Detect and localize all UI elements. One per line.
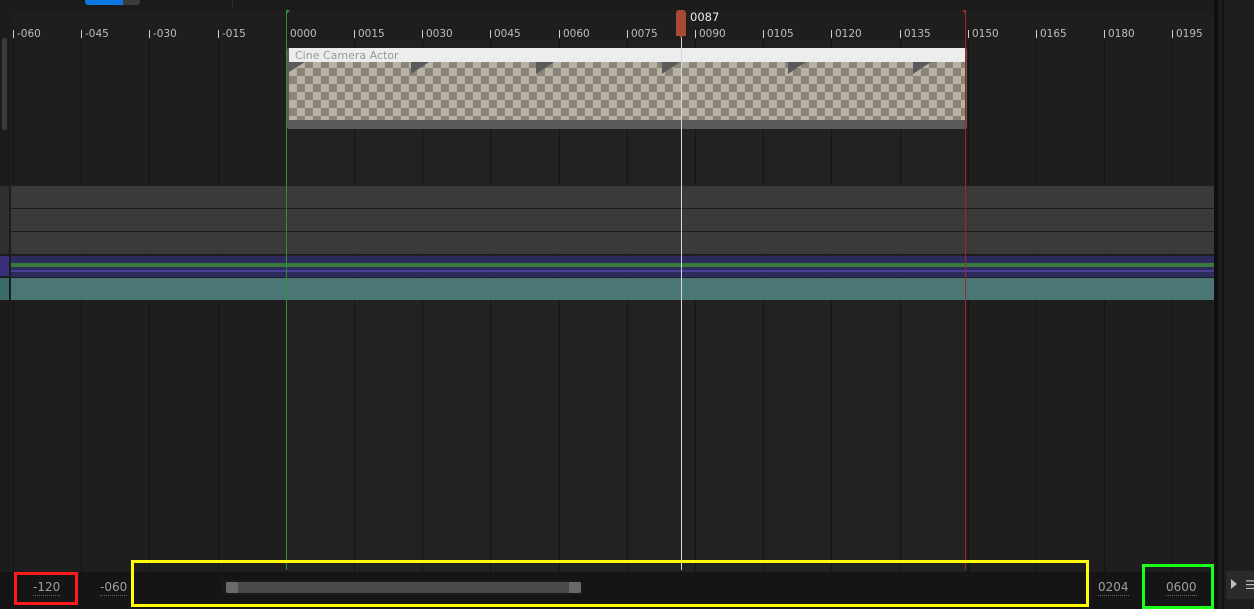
menu-lines-icon: ☰	[1245, 578, 1254, 592]
toolbar-toggle-inactive[interactable]	[123, 0, 140, 5]
track-curve-purple	[11, 270, 1214, 272]
ruler-tick	[81, 30, 82, 38]
out-of-range-left	[11, 40, 285, 572]
ruler-tick-label: 0060	[563, 28, 590, 40]
ruler-tick	[559, 30, 560, 38]
ruler-tick-label: 0000	[290, 28, 317, 40]
ruler-tick-label: 0105	[767, 28, 794, 40]
toolbar-strip	[0, 0, 1214, 10]
ruler-tick	[422, 30, 423, 38]
ruler-tick-label: 0045	[494, 28, 521, 40]
working-range-end[interactable]: 0204	[1098, 580, 1129, 596]
ruler-tick	[900, 30, 901, 38]
ruler-tick	[218, 30, 219, 38]
ruler-tick	[149, 30, 150, 38]
track-area[interactable]: Cine Camera Actor	[11, 40, 1214, 572]
ruler-tick-label: -060	[17, 28, 41, 40]
ruler-tick	[1104, 30, 1105, 38]
ruler-tick	[1036, 30, 1037, 38]
end-marker-flag	[962, 10, 966, 15]
out-of-range-right	[966, 40, 1214, 572]
ruler-tick-label: 0135	[904, 28, 931, 40]
start-marker-flag	[286, 10, 290, 15]
ruler-tick-label: 0150	[972, 28, 999, 40]
working-range-start[interactable]: -060	[100, 580, 128, 596]
ruler-tick	[831, 30, 832, 38]
toolbar-divider	[232, 0, 233, 8]
ruler-tick-label: -015	[222, 28, 246, 40]
camera-section[interactable]: Cine Camera Actor	[287, 48, 967, 129]
track-curve-green	[11, 263, 1214, 267]
play-arrow-icon	[1231, 579, 1237, 589]
time-ruler[interactable]: -060 -045 -030 -015 0000 0015 0030 0045 0060 0075…	[11, 10, 1214, 40]
ruler-tick-label: -045	[85, 28, 109, 40]
ruler-tick	[490, 30, 491, 38]
ruler-tick	[695, 30, 696, 38]
thumbnail-frames	[289, 62, 965, 120]
highlight-box-red	[14, 572, 78, 605]
playhead-line	[681, 36, 682, 570]
track-gutter-teal	[0, 278, 9, 300]
playback-start-marker[interactable]	[286, 10, 287, 570]
playback-end-marker[interactable]	[965, 10, 966, 570]
ruler-tick	[763, 30, 764, 38]
ruler-tick	[13, 30, 14, 38]
playhead-tip	[676, 32, 686, 38]
ruler-tick-label: 0180	[1108, 28, 1135, 40]
highlight-box-green	[1142, 564, 1214, 609]
vertical-scrollbar[interactable]	[2, 38, 7, 130]
ruler-tick-label: 0075	[631, 28, 658, 40]
track-gutter-dark	[0, 186, 9, 254]
ruler-tick-label: 0165	[1040, 28, 1067, 40]
ruler-tick	[627, 30, 628, 38]
highlight-box-yellow	[131, 560, 1089, 607]
track-lane[interactable]	[11, 232, 1214, 255]
right-panel-edge	[1222, 0, 1224, 609]
toolbar-toggle-active[interactable]	[85, 0, 123, 5]
track-lane-teal[interactable]	[11, 278, 1214, 300]
track-gutter-blue	[0, 256, 9, 276]
playhead-frame: 0087	[690, 10, 720, 24]
ruler-tick	[354, 30, 355, 38]
ruler-tick-label: -030	[153, 28, 177, 40]
ruler-tick-label: 0030	[426, 28, 453, 40]
ruler-tick-label: 0120	[835, 28, 862, 40]
ruler-tick	[968, 30, 969, 38]
ruler-tick-label: 0090	[699, 28, 726, 40]
ruler-tick-label: 0195	[1176, 28, 1203, 40]
track-lane[interactable]	[11, 186, 1214, 209]
ruler-tick-label: 0015	[358, 28, 385, 40]
track-lane[interactable]	[11, 209, 1214, 232]
section-thumbnails	[289, 62, 965, 120]
ruler-tick	[1172, 30, 1173, 38]
